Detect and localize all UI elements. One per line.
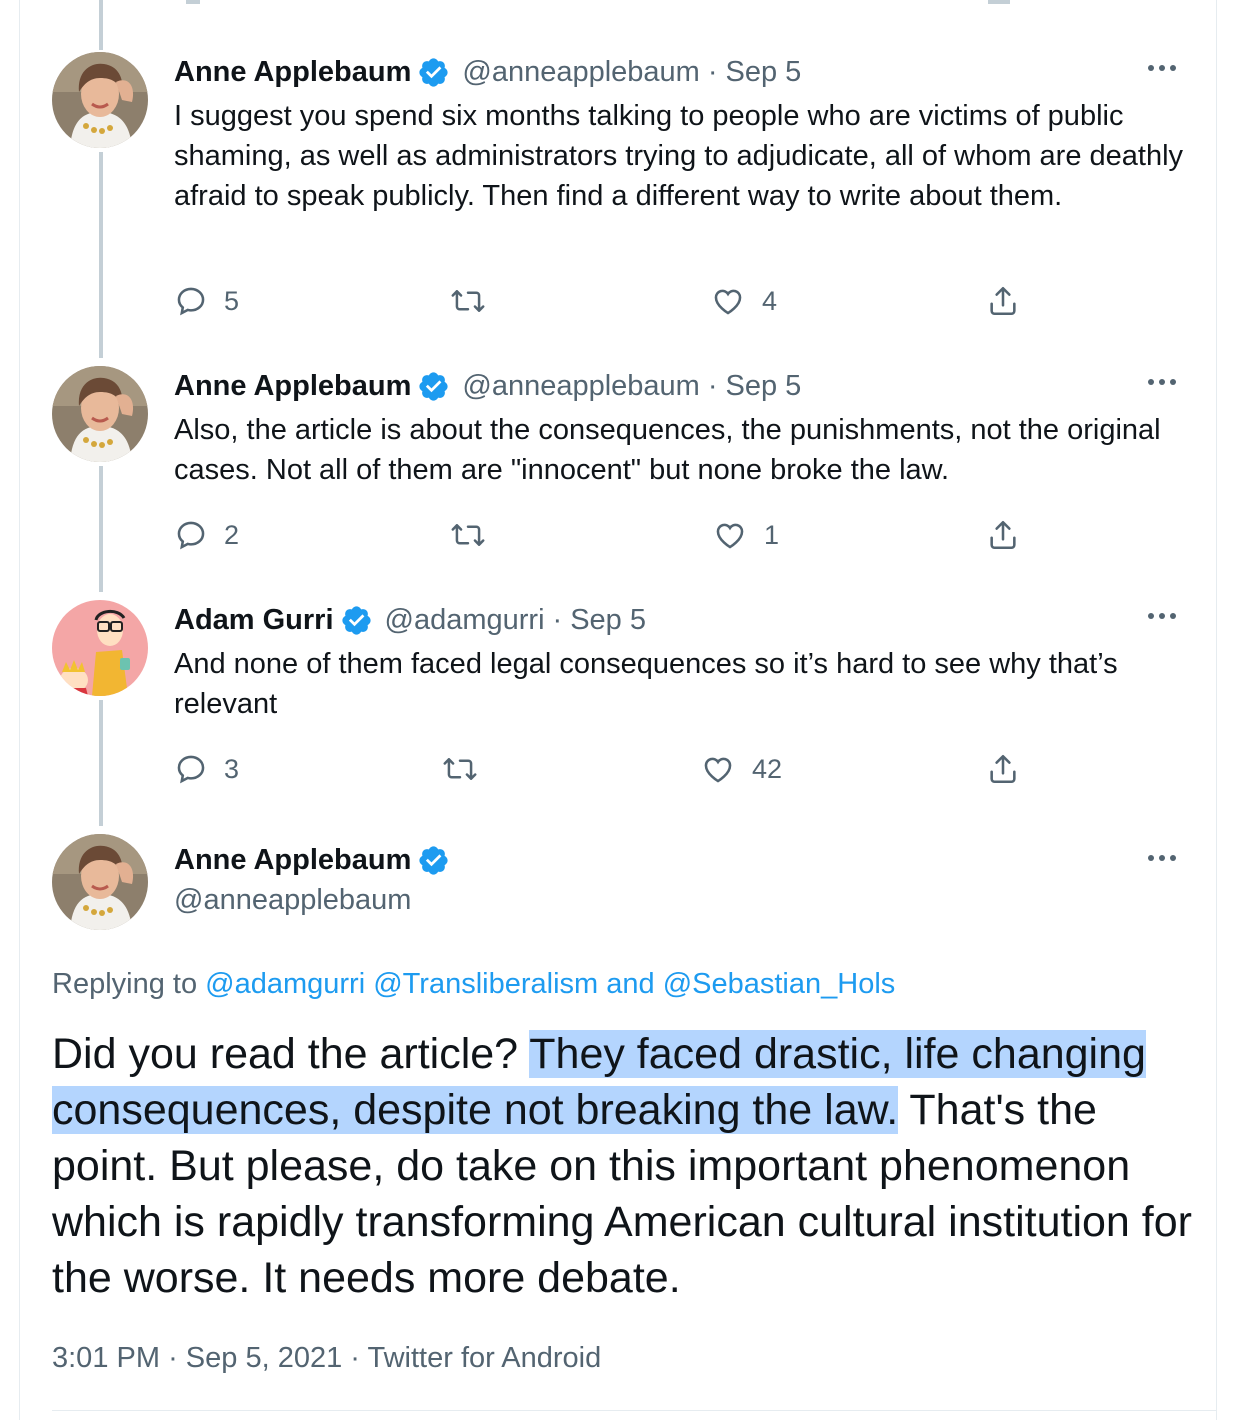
- reply-icon: [174, 518, 208, 552]
- timeline-right-border: [1216, 0, 1217, 1420]
- share-button[interactable]: [986, 281, 1020, 321]
- previous-tweet-edge: [0, 0, 1256, 6]
- like-count: 42: [752, 753, 783, 784]
- divider: [52, 1410, 1216, 1411]
- thread-connector-line: [99, 466, 103, 592]
- thread-connector-line: [99, 0, 103, 50]
- mention-link[interactable]: @Sebastian_Hols: [663, 968, 896, 1000]
- retweet-icon: [442, 752, 478, 786]
- reply-button[interactable]: 2: [174, 515, 239, 555]
- tweet-header: Anne Applebaum @anneapplebaum: [174, 840, 462, 920]
- retweet-button[interactable]: [450, 515, 502, 555]
- author-name[interactable]: Anne Applebaum: [174, 370, 411, 403]
- tweet-date[interactable]: Sep 5: [726, 370, 802, 403]
- more-options-icon[interactable]: [1148, 848, 1184, 868]
- author-name[interactable]: Adam Gurri: [174, 604, 334, 637]
- reply-count: 2: [224, 519, 240, 550]
- verified-badge-icon: [340, 604, 373, 637]
- avatar[interactable]: [52, 366, 148, 462]
- tweet-header: Adam Gurri @adamgurri · Sep 5: [174, 600, 646, 640]
- more-options-icon[interactable]: [1148, 372, 1184, 392]
- tweet-text-plain: Did you read the article?: [52, 1030, 530, 1078]
- share-button[interactable]: [986, 515, 1020, 555]
- selected-text: consequences, despite not breaking the l…: [52, 1086, 899, 1134]
- verified-badge-icon: [417, 56, 450, 89]
- thread-connector-line: [99, 700, 103, 826]
- avatar[interactable]: [52, 600, 148, 696]
- mention-link[interactable]: @Transliberalism: [373, 968, 598, 1000]
- share-button[interactable]: [986, 749, 1020, 789]
- reply-button[interactable]: 3: [174, 749, 239, 789]
- share-icon: [986, 517, 1020, 553]
- more-options-icon[interactable]: [1148, 606, 1184, 626]
- reply-count: 5: [224, 285, 240, 316]
- separator: ·: [168, 1342, 178, 1374]
- tweet-actions: 3 42: [174, 749, 1034, 789]
- separator: ·: [350, 1342, 360, 1374]
- thread-connector-line: [99, 152, 103, 358]
- tweet-actions: 5 4: [174, 281, 1034, 321]
- author-handle[interactable]: @anneapplebaum: [462, 370, 699, 403]
- mention-link[interactable]: @adamgurri: [205, 968, 365, 1000]
- heart-icon: [710, 284, 746, 318]
- tweet-header: Anne Applebaum @anneapplebaum · Sep 5: [174, 366, 801, 406]
- separator: ·: [707, 369, 718, 402]
- tweet-full-date[interactable]: Sep 5, 2021: [186, 1342, 342, 1374]
- tweet-text: I suggest you spend six months talking t…: [174, 100, 1184, 212]
- replying-to-line: Replying to @adamgurri @Transliberalism …: [52, 964, 895, 1004]
- retweet-icon: [450, 284, 486, 318]
- separator: ·: [552, 603, 563, 636]
- share-icon: [986, 751, 1020, 787]
- author-handle[interactable]: @anneapplebaum: [462, 56, 699, 89]
- author-name[interactable]: Anne Applebaum: [174, 844, 411, 877]
- reply-icon: [174, 284, 208, 318]
- tweet-metadata: 3:01 PM · Sep 5, 2021 · Twitter for Andr…: [52, 1338, 601, 1378]
- reply-button[interactable]: 5: [174, 281, 239, 321]
- retweet-button[interactable]: [442, 749, 494, 789]
- tweet-header: Anne Applebaum @anneapplebaum · Sep 5: [174, 52, 801, 92]
- separator: ·: [707, 55, 718, 88]
- author-handle[interactable]: @anneapplebaum: [174, 880, 462, 920]
- tweet-source[interactable]: Twitter for Android: [368, 1342, 602, 1374]
- like-button[interactable]: 42: [700, 749, 782, 789]
- reply-icon: [174, 752, 208, 786]
- tweet-text: Also, the article is about the consequen…: [174, 414, 1161, 486]
- retweet-button[interactable]: [450, 281, 502, 321]
- author-name[interactable]: Anne Applebaum: [174, 56, 411, 89]
- share-icon: [986, 283, 1020, 319]
- verified-badge-icon: [417, 370, 450, 403]
- mention-conjunction[interactable]: and: [606, 968, 654, 1000]
- heart-icon: [712, 518, 748, 552]
- retweet-icon: [450, 518, 486, 552]
- like-count: 4: [762, 285, 778, 316]
- like-button[interactable]: 1: [712, 515, 779, 555]
- tweet-text: And none of them faced legal consequence…: [174, 648, 1118, 720]
- heart-icon: [700, 752, 736, 786]
- selected-text: They faced drastic, life changing: [529, 1030, 1146, 1078]
- more-options-icon[interactable]: [1148, 58, 1184, 78]
- like-count: 1: [764, 519, 780, 550]
- tweet-time[interactable]: 3:01 PM: [52, 1342, 160, 1374]
- reply-count: 3: [224, 753, 240, 784]
- avatar[interactable]: [52, 834, 148, 930]
- focused-tweet-text: Did you read the article? They faced dra…: [52, 1026, 1192, 1306]
- like-button[interactable]: 4: [710, 281, 777, 321]
- author-handle[interactable]: @adamgurri: [385, 604, 545, 637]
- tweet-date[interactable]: Sep 5: [726, 56, 802, 89]
- timeline-left-border: [19, 0, 20, 1420]
- tweet-actions: 2 1: [174, 515, 1034, 555]
- tweet-date[interactable]: Sep 5: [570, 604, 646, 637]
- replying-to-label: Replying to: [52, 968, 198, 1000]
- verified-badge-icon: [417, 844, 450, 877]
- avatar[interactable]: [52, 52, 148, 148]
